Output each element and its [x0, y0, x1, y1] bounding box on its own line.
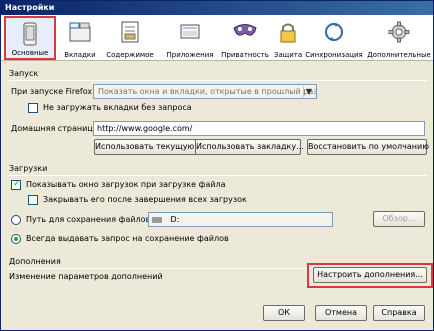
tab-sync-label: Синхронизация [305, 51, 363, 59]
settings-window: Настройки Основные Вкладки Содержимое Пр… [0, 0, 434, 331]
tab-advanced[interactable]: Дополнительные [366, 16, 432, 60]
tab-tabs[interactable]: Вкладки [58, 16, 102, 60]
save-path-label: Путь для сохранения файлов [26, 215, 151, 224]
save-path-radio[interactable] [11, 215, 21, 225]
always-ask-label: Всегда выдавать запрос на сохранение фай… [26, 234, 229, 243]
chevron-down-icon[interactable]: ▼ [303, 86, 314, 97]
show-downloads-window-label: Показывать окно загрузок при загрузке фа… [26, 180, 226, 189]
startup-select[interactable]: Показать окна и вкладки, открытые в прош… [93, 84, 317, 99]
startup-group-title: Запуск [9, 69, 39, 78]
save-path-field[interactable]: D: [148, 212, 333, 227]
tab-applications-label: Приложения [166, 51, 214, 59]
dont-load-tabs-checkbox[interactable] [28, 103, 38, 113]
homepage-input[interactable]: http://www.google.com/ [93, 121, 425, 136]
lock-icon [280, 23, 296, 43]
close-after-downloads-label: Закрывать его после завершения всех загр… [43, 195, 247, 204]
divider [9, 80, 427, 81]
save-path-value: D: [170, 215, 180, 224]
homepage-label: Домашняя страница: [11, 124, 101, 133]
tab-privacy-label: Приватность [221, 51, 269, 59]
category-toolbar: Основные Вкладки Содержимое Приложения П… [1, 15, 433, 61]
tab-content[interactable]: Содержимое [104, 16, 156, 60]
addons-group-title: Дополнения [9, 257, 61, 266]
drive-icon [152, 216, 162, 223]
tab-advanced-label: Дополнительные [367, 51, 431, 59]
startup-select-value: Показать окна и вкладки, открытые в прош… [98, 87, 317, 96]
browse-button[interactable]: Обзор... [373, 211, 425, 227]
tab-general[interactable]: Основные [4, 16, 56, 60]
restore-default-button[interactable]: Восстановить по умолчанию [307, 139, 429, 155]
addons-description: Изменение параметров дополнений [9, 272, 163, 281]
switch-icon [23, 22, 37, 46]
tab-security-label: Защита [273, 51, 303, 59]
tab-tabs-label: Вкладки [64, 51, 96, 59]
mask-icon [233, 24, 257, 36]
show-downloads-window-checkbox[interactable] [11, 179, 21, 190]
use-bookmark-button[interactable]: Использовать закладку... [195, 139, 304, 155]
dont-load-tabs-label: Не загружать вкладки без запроса [43, 103, 192, 112]
window-title: Настройки [1, 1, 433, 15]
ok-button[interactable]: ОК [263, 305, 305, 321]
tab-general-label: Основные [11, 49, 49, 57]
always-ask-radio[interactable] [11, 234, 21, 244]
content-icon [121, 21, 139, 43]
tab-security[interactable]: Защита [271, 16, 305, 60]
gear-icon [388, 21, 410, 43]
tab-applications[interactable]: Приложения [164, 16, 216, 60]
sync-icon [325, 23, 343, 41]
downloads-group-title: Загрузки [9, 164, 48, 173]
tabs-icon [69, 22, 91, 42]
tab-sync[interactable]: Синхронизация [304, 16, 364, 60]
tab-privacy[interactable]: Приватность [217, 16, 273, 60]
configure-addons-button[interactable]: Настроить дополнения... [313, 267, 427, 283]
help-button[interactable]: Справка [373, 305, 425, 321]
tab-content-label: Содержимое [106, 51, 154, 59]
applications-icon [180, 24, 200, 39]
close-after-downloads-checkbox[interactable] [28, 195, 38, 205]
cancel-button[interactable]: Отмена [315, 305, 367, 321]
divider [9, 175, 427, 176]
startup-label: При запуске Firefox: [11, 87, 95, 96]
